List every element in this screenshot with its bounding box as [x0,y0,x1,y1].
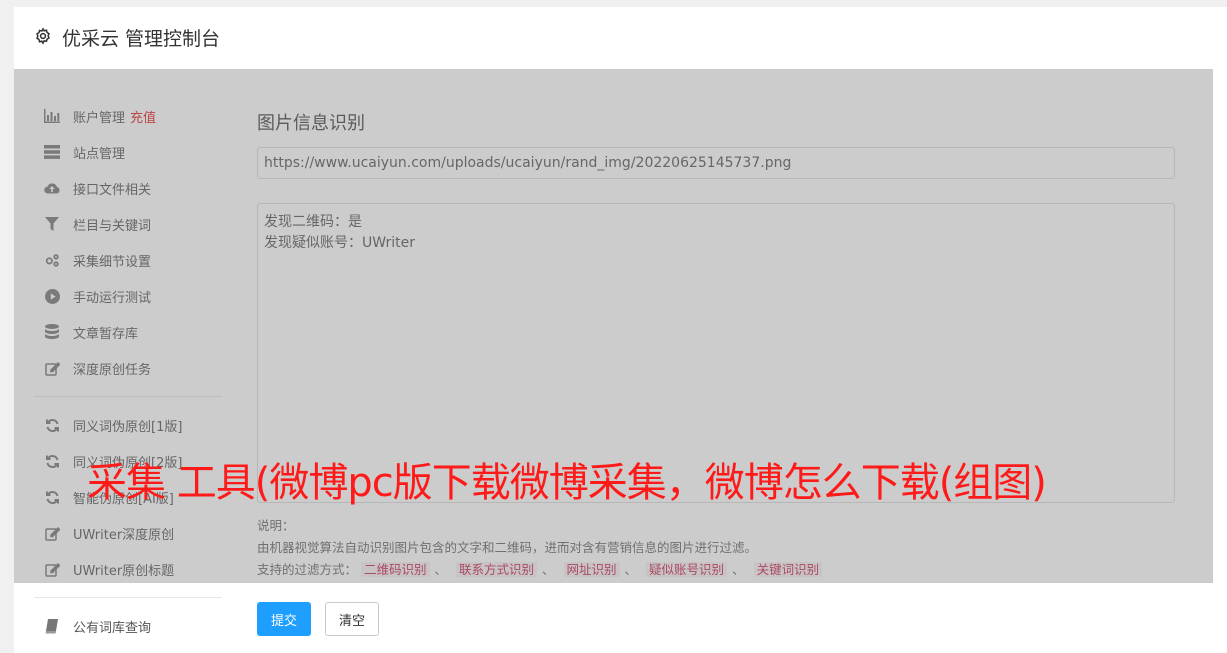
top-header: 优采云 管理控制台 [14,7,1227,70]
submit-button[interactable]: 提交 [257,602,311,636]
sidebar-item-public-lexicon[interactable]: 公有词库查询 [44,616,151,636]
sidebar-item-label: 公有词库查询 [73,620,152,636]
app-title: 优采云 管理控制台 [62,28,221,50]
clear-button[interactable]: 清空 [325,602,379,636]
gear-icon[interactable] [34,27,52,45]
sidebar-divider [34,597,222,598]
watermark-text: 采集 工具(微博pc版下载微博采集，微博怎么下载(组图) [87,460,1047,506]
book-icon [44,618,60,634]
